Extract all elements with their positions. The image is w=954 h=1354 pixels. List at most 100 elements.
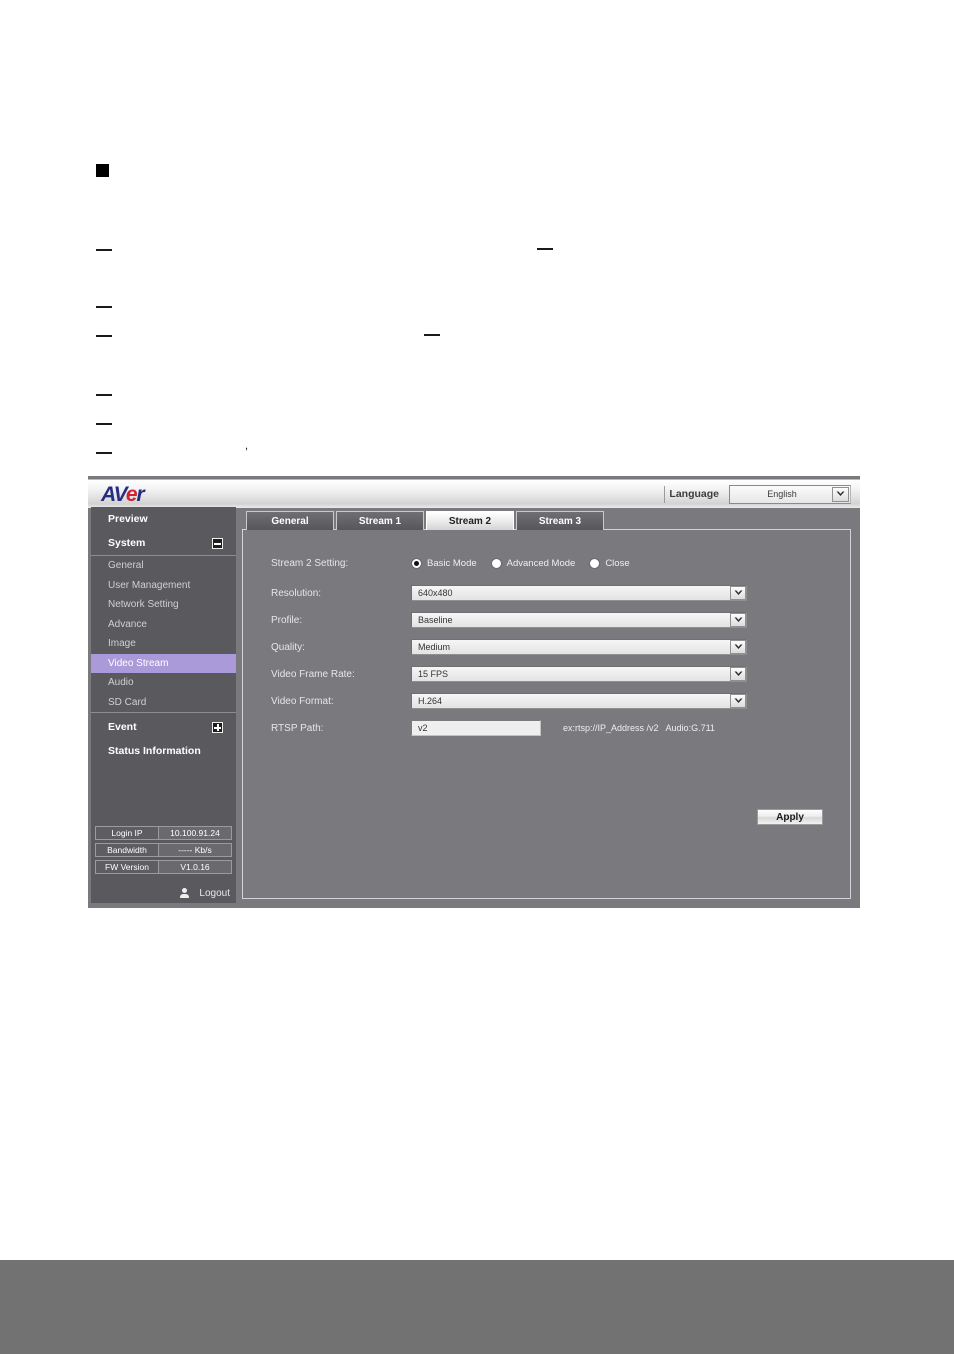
tab-stream-2[interactable]: Stream 2: [426, 511, 514, 530]
status-panel: Login IP 10.100.91.24 Bandwidth ----- Kb…: [95, 826, 232, 877]
language-label: Language: [664, 485, 729, 503]
sidebar-item-label: Audio: [108, 677, 134, 689]
sidebar: Preview System General User Management N…: [91, 507, 236, 903]
chevron-down-icon[interactable]: [730, 667, 746, 681]
row-quality: Quality: Medium: [271, 639, 831, 655]
sidebar-item-video-stream[interactable]: Video Stream: [91, 653, 236, 673]
sidebar-item-status-information[interactable]: Status Information: [91, 739, 236, 763]
status-key: FW Version: [96, 861, 159, 873]
tab-label: Stream 2: [448, 515, 492, 527]
sidebar-item-label: Status Information: [108, 745, 201, 757]
rtsp-path-input[interactable]: v2: [411, 720, 541, 736]
radio-close-label: Close: [605, 558, 630, 569]
row-frame-rate: Video Frame Rate: 15 FPS: [271, 666, 831, 682]
bullet-dash-icon: [96, 452, 112, 454]
stream-mode-radio-group: Basic Mode Advanced Mode Close: [411, 558, 644, 569]
sidebar-item-label: System: [108, 537, 146, 549]
status-value: V1.0.16: [180, 862, 210, 872]
tab-stream-1[interactable]: Stream 1: [336, 511, 424, 530]
sidebar-item-label: Video Stream: [108, 657, 169, 669]
user-icon: [180, 888, 190, 899]
chevron-down-icon[interactable]: [730, 613, 746, 627]
sidebar-item-system[interactable]: System: [91, 531, 236, 555]
chevron-down-icon[interactable]: [730, 586, 746, 600]
bullet-dash-icon: [96, 249, 112, 251]
frame-rate-select[interactable]: 15 FPS: [411, 666, 747, 682]
tab-bar: General Stream 1 Stream 2 Stream 3: [246, 511, 604, 530]
sidebar-item-user-management[interactable]: User Management: [91, 576, 236, 596]
row-rtsp-path: RTSP Path: v2 ex:rtsp://IP_Address /v2 A…: [271, 720, 831, 736]
frame-rate-select-value: 15 FPS: [418, 669, 449, 679]
bullet-dash-icon: [424, 334, 440, 336]
chevron-down-icon[interactable]: [832, 486, 849, 502]
sidebar-item-label: Event: [108, 721, 137, 733]
sidebar-item-image[interactable]: Image: [91, 634, 236, 654]
bullet-dash-icon: [537, 248, 553, 250]
page-footer-band: [0, 1260, 954, 1354]
chevron-down-icon[interactable]: [730, 640, 746, 654]
logo-text-av: AV: [101, 483, 127, 506]
tab-general[interactable]: General: [246, 511, 334, 530]
logout-button[interactable]: Logout: [180, 888, 230, 899]
video-format-select-value: H.264: [418, 696, 443, 706]
stray-punctuation: ,: [245, 440, 249, 452]
logout-label: Logout: [199, 888, 230, 899]
language-selector-group: Language English: [664, 483, 851, 505]
sidebar-item-preview[interactable]: Preview: [91, 507, 236, 531]
video-format-select[interactable]: H.264: [411, 693, 747, 709]
sidebar-item-general[interactable]: General: [91, 556, 236, 576]
bullet-dash-icon: [96, 394, 112, 396]
sidebar-item-network-setting[interactable]: Network Setting: [91, 595, 236, 615]
quality-label: Quality:: [271, 641, 305, 653]
camera-web-ui-screenshot: AVer Language English Preview System Gen…: [88, 476, 860, 908]
quality-select-value: Medium: [418, 642, 451, 652]
chevron-down-icon[interactable]: [730, 694, 746, 708]
status-value: ----- Kb/s: [178, 845, 212, 855]
bullet-dash-icon: [96, 335, 112, 337]
resolution-select[interactable]: 640x480: [411, 585, 747, 601]
stream-2-settings-panel: Stream 2 Setting: Basic Mode Advanced Mo…: [242, 529, 851, 899]
aver-logo: AVer: [101, 482, 145, 507]
radio-basic-mode-label: Basic Mode: [427, 558, 477, 569]
sidebar-item-label: SD Card: [108, 696, 147, 708]
video-format-label: Video Format:: [271, 695, 334, 707]
radio-advanced-mode-label: Advanced Mode: [506, 558, 576, 569]
sidebar-item-advance[interactable]: Advance: [91, 615, 236, 635]
resolution-label: Resolution:: [271, 587, 322, 599]
status-key: Login IP: [96, 827, 159, 839]
content-area: General Stream 1 Stream 2 Stream 3 Strea…: [240, 507, 857, 903]
tab-label: General: [271, 515, 309, 527]
status-row-login-ip: Login IP 10.100.91.24: [95, 826, 232, 840]
status-key: Bandwidth: [96, 844, 159, 856]
tab-label: Stream 1: [358, 515, 402, 527]
radio-close[interactable]: [589, 558, 601, 569]
profile-select[interactable]: Baseline: [411, 612, 747, 628]
bullet-dash-icon: [96, 423, 112, 425]
sidebar-item-event[interactable]: Event: [91, 715, 236, 739]
bullet-square-icon: [96, 164, 109, 177]
tab-label: Stream 3: [538, 515, 582, 527]
app-header: AVer Language English: [88, 479, 860, 508]
row-profile: Profile: Baseline: [271, 612, 831, 628]
expand-plus-icon[interactable]: [212, 722, 223, 733]
radio-basic-mode[interactable]: [411, 558, 422, 569]
row-video-format: Video Format: H.264: [271, 693, 831, 709]
sidebar-item-label: General: [108, 560, 144, 572]
sidebar-item-label: Advance: [108, 618, 147, 630]
sidebar-item-label: Preview: [108, 513, 148, 525]
logo-text-e: e: [125, 483, 138, 506]
bullet-dash-icon: [96, 306, 112, 308]
tab-stream-3[interactable]: Stream 3: [516, 511, 604, 530]
sidebar-item-audio[interactable]: Audio: [91, 673, 236, 693]
sidebar-item-sd-card[interactable]: SD Card: [91, 693, 236, 713]
radio-advanced-mode[interactable]: [490, 558, 502, 569]
apply-button[interactable]: Apply: [757, 809, 823, 825]
sidebar-item-label: Network Setting: [108, 599, 179, 611]
status-row-bandwidth: Bandwidth ----- Kb/s: [95, 843, 232, 857]
row-stream-setting: Stream 2 Setting: Basic Mode Advanced Mo…: [271, 558, 831, 569]
language-select[interactable]: English: [729, 484, 851, 504]
quality-select[interactable]: Medium: [411, 639, 747, 655]
profile-label: Profile:: [271, 614, 303, 626]
collapse-minus-icon[interactable]: [212, 538, 223, 549]
status-value: 10.100.91.24: [170, 828, 220, 838]
